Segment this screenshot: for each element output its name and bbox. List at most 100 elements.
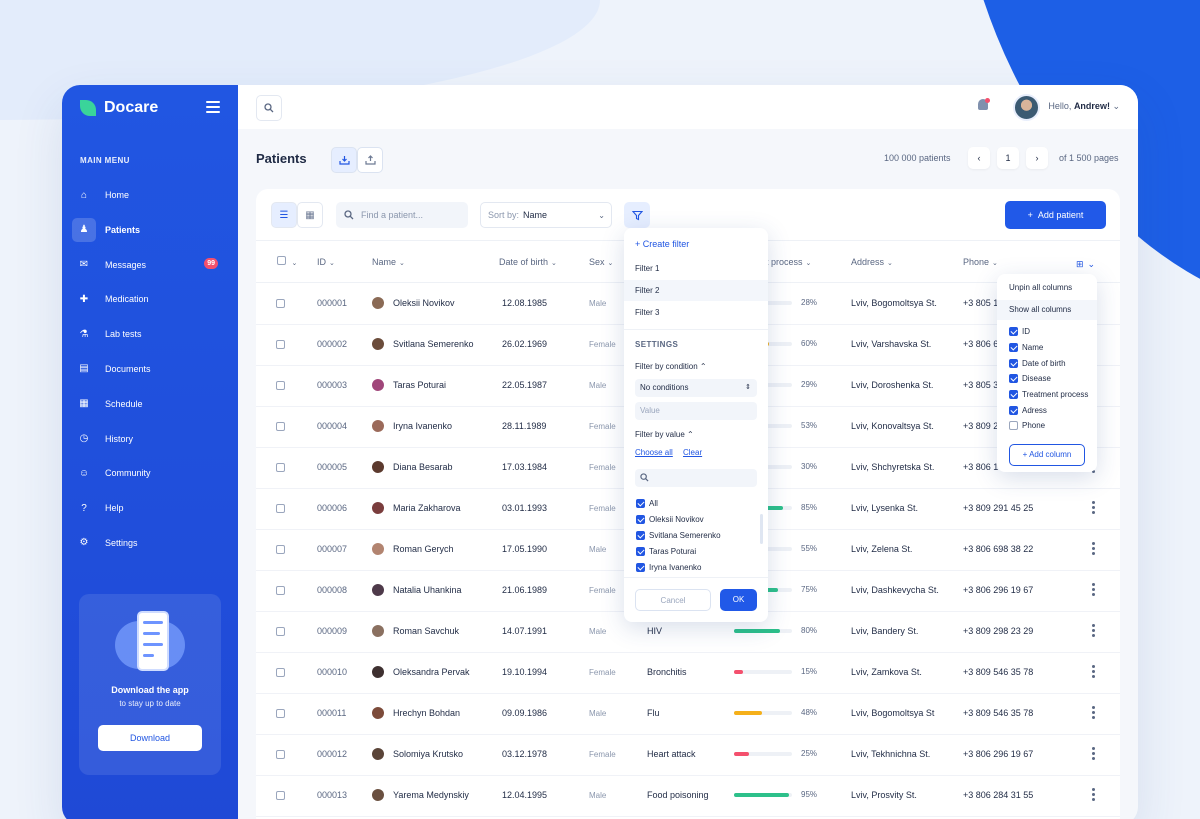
- checkbox[interactable]: [636, 498, 645, 508]
- value-search-input[interactable]: [635, 469, 757, 487]
- hamburger-menu-icon[interactable]: [206, 101, 220, 116]
- more-options-icon[interactable]: [1092, 542, 1096, 557]
- column-header-id[interactable]: ID ⌄: [317, 257, 335, 267]
- checkbox[interactable]: [1009, 327, 1018, 337]
- column-header-process[interactable]: nt process ⌄: [761, 257, 811, 267]
- row-checkbox[interactable]: [276, 299, 285, 308]
- table-row[interactable]: 000010 Oleksandra Pervak 19.10.1994 Female B…: [256, 653, 1120, 694]
- filter-by-value-toggle[interactable]: Filter by value ⌃: [635, 430, 694, 439]
- column-option[interactable]: ID: [1009, 324, 1088, 340]
- unpin-all-columns[interactable]: Unpin all columns: [997, 278, 1097, 298]
- more-options-icon[interactable]: [1092, 665, 1096, 680]
- more-options-icon[interactable]: [1092, 788, 1096, 803]
- checkbox[interactable]: [636, 530, 645, 540]
- column-header-phone[interactable]: Phone ⌄: [963, 257, 998, 267]
- value-option[interactable]: Iryna Ivanenko: [636, 559, 721, 575]
- checkbox[interactable]: [1009, 343, 1018, 353]
- add-column-button[interactable]: + Add column: [1009, 444, 1085, 466]
- row-checkbox[interactable]: [276, 791, 285, 800]
- column-header-sex[interactable]: Sex ⌄: [589, 257, 613, 267]
- checkbox[interactable]: [636, 562, 645, 572]
- search-button[interactable]: [256, 95, 282, 121]
- show-all-columns[interactable]: Show all columns: [997, 300, 1097, 320]
- value-option[interactable]: All: [636, 495, 721, 511]
- sidebar-item-home[interactable]: ⌂ Home: [72, 183, 228, 207]
- column-header-address[interactable]: Address ⌄: [851, 257, 893, 267]
- checkbox[interactable]: [636, 546, 645, 556]
- checkbox[interactable]: [1009, 358, 1018, 368]
- user-greeting[interactable]: Hello, Andrew! ⌄: [1048, 101, 1120, 112]
- more-options-icon[interactable]: [1092, 747, 1096, 762]
- filter-item[interactable]: Filter 1: [624, 258, 768, 279]
- filter-item[interactable]: Filter 2: [624, 280, 768, 301]
- more-options-icon[interactable]: [1092, 706, 1096, 721]
- sidebar-item-patients[interactable]: ♟ Patients: [72, 217, 228, 242]
- row-checkbox[interactable]: [276, 340, 285, 349]
- value-input[interactable]: Value: [635, 402, 757, 420]
- filter-button[interactable]: [624, 202, 650, 228]
- row-checkbox[interactable]: [276, 709, 285, 718]
- list-view-button[interactable]: ☰: [271, 202, 297, 228]
- column-option[interactable]: Treatment process: [1009, 387, 1088, 403]
- user-avatar[interactable]: [1013, 94, 1040, 121]
- sidebar-item-lab-tests[interactable]: ⚗ Lab tests: [72, 322, 228, 346]
- sidebar-item-messages[interactable]: ✉ Messages 99: [72, 253, 228, 277]
- column-option[interactable]: Disease: [1009, 371, 1088, 387]
- choose-all-link[interactable]: Choose all: [635, 448, 673, 457]
- checkbox[interactable]: [636, 514, 645, 524]
- add-patient-button[interactable]: + Add patient: [1005, 201, 1106, 229]
- column-option[interactable]: Date of birth: [1009, 355, 1088, 371]
- sidebar-item-history[interactable]: ◷ History: [72, 427, 228, 451]
- clear-link[interactable]: Clear: [683, 448, 702, 457]
- table-row[interactable]: 000011 Hrechyn Bohdan 09.09.1986 Male Flu 48%…: [256, 694, 1120, 735]
- patient-search-input[interactable]: Find a patient...: [336, 202, 468, 228]
- ok-button[interactable]: OK: [720, 589, 757, 611]
- condition-select[interactable]: No conditions ⇕: [635, 379, 757, 397]
- checkbox[interactable]: [1009, 421, 1018, 431]
- row-checkbox[interactable]: [276, 463, 285, 472]
- checkbox[interactable]: [1009, 390, 1018, 400]
- value-option[interactable]: Svitlana Semerenko: [636, 527, 721, 543]
- row-checkbox[interactable]: [276, 668, 285, 677]
- row-checkbox[interactable]: [276, 750, 285, 759]
- select-all-checkbox[interactable]: ⌄: [277, 256, 297, 267]
- notification-bell-icon[interactable]: [978, 98, 990, 111]
- cancel-button[interactable]: Cancel: [635, 589, 711, 611]
- table-row[interactable]: 000012 Solomiya Krutsko 03.12.1978 Female He…: [256, 735, 1120, 776]
- sidebar-item-schedule[interactable]: ▦ Schedule: [72, 392, 228, 416]
- download-button[interactable]: Download: [98, 725, 202, 751]
- sidebar-item-help[interactable]: ? Help: [72, 496, 228, 520]
- sidebar-item-documents[interactable]: ▤ Documents: [72, 357, 228, 381]
- create-filter-link[interactable]: + Create filter: [635, 239, 689, 249]
- table-row[interactable]: 000013 Yarema Medynskiy 12.04.1995 Male Food…: [256, 776, 1120, 817]
- column-option[interactable]: Adress: [1009, 402, 1088, 418]
- sidebar-item-medication[interactable]: ✚ Medication: [72, 287, 228, 311]
- more-options-icon[interactable]: [1092, 624, 1096, 639]
- scrollbar[interactable]: [760, 514, 763, 544]
- row-checkbox[interactable]: [276, 586, 285, 595]
- value-option[interactable]: Oleksii Novikov: [636, 511, 721, 527]
- filter-by-condition-toggle[interactable]: Filter by condition ⌃: [635, 362, 707, 371]
- row-checkbox[interactable]: [276, 381, 285, 390]
- more-options-icon[interactable]: [1092, 583, 1096, 598]
- logo[interactable]: Docare: [80, 99, 158, 117]
- top-bar: Hello, Andrew! ⌄: [238, 85, 1138, 129]
- sidebar-item-settings[interactable]: ⚙ Settings: [72, 531, 228, 555]
- filter-item[interactable]: Filter 3: [624, 302, 768, 323]
- grid-view-button[interactable]: ▦: [297, 202, 323, 228]
- columns-settings-button[interactable]: ⊞ ⌄: [1076, 255, 1106, 273]
- row-checkbox[interactable]: [276, 627, 285, 636]
- row-checkbox[interactable]: [276, 545, 285, 554]
- column-option[interactable]: Name: [1009, 340, 1088, 356]
- column-header-name[interactable]: Name ⌄: [372, 257, 405, 267]
- row-checkbox[interactable]: [276, 422, 285, 431]
- sort-select[interactable]: Sort by: Name ⌄: [480, 202, 612, 228]
- row-checkbox[interactable]: [276, 504, 285, 513]
- column-option[interactable]: Phone: [1009, 418, 1088, 434]
- column-header-dob[interactable]: Date of birth ⌄: [499, 257, 557, 267]
- more-options-icon[interactable]: [1092, 501, 1096, 516]
- value-option[interactable]: Taras Poturai: [636, 543, 721, 559]
- checkbox[interactable]: [1009, 374, 1018, 384]
- checkbox[interactable]: [1009, 405, 1018, 415]
- sidebar-item-community[interactable]: ☺ Community: [72, 461, 228, 485]
